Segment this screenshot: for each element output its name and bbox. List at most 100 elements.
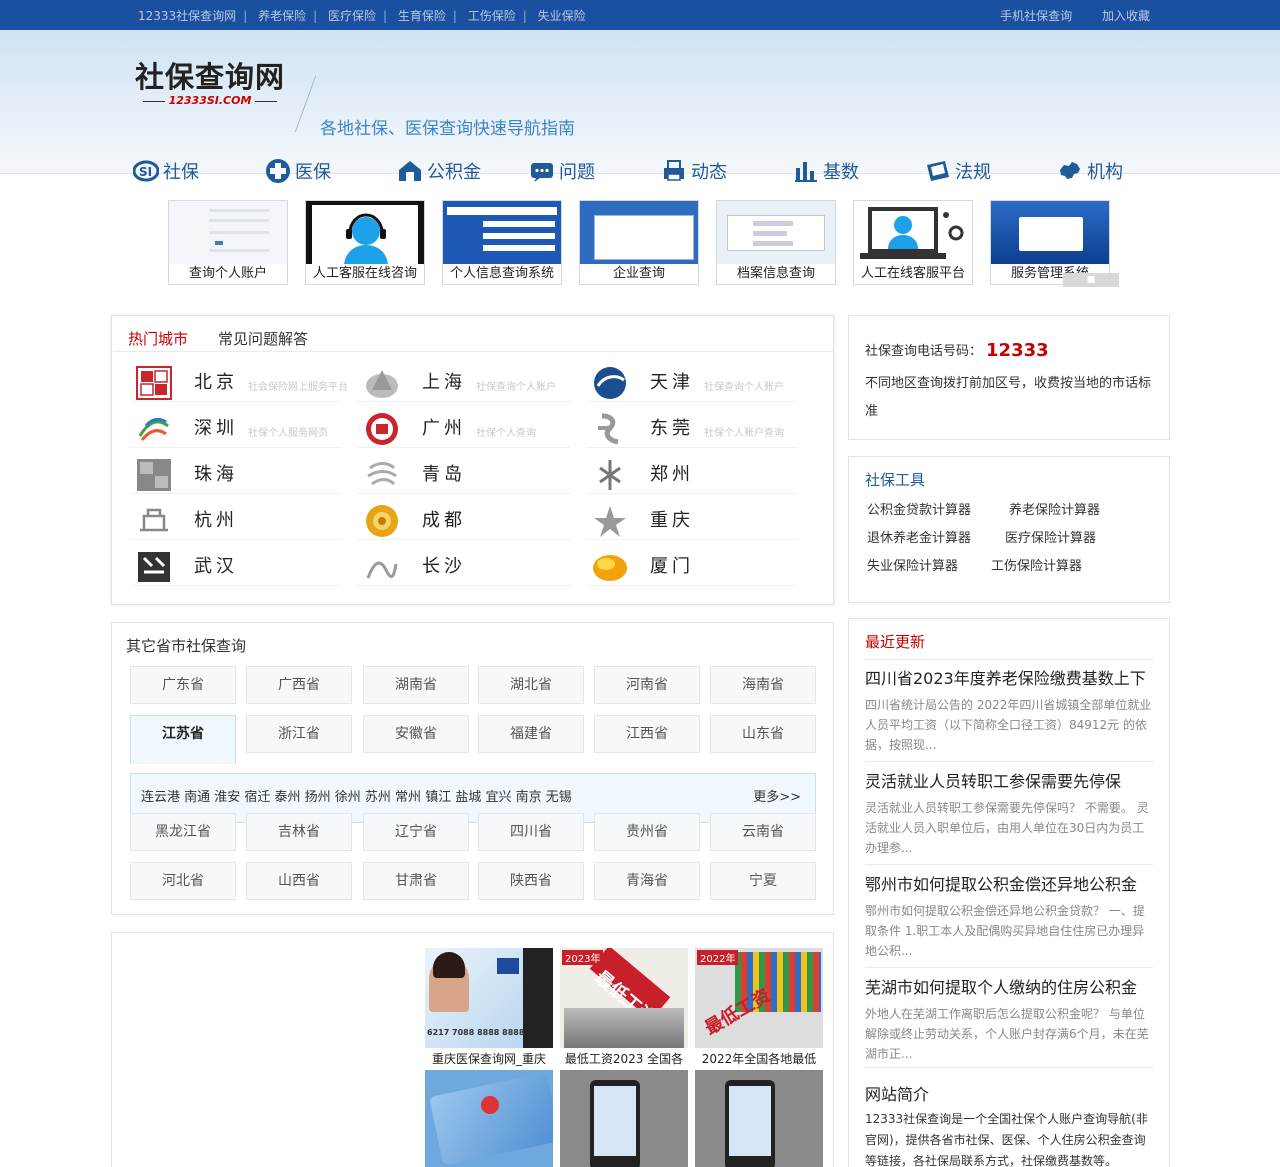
tool-unemployment-calculator[interactable]: 失业保险计算器 [867,555,958,574]
province-jiangsu[interactable]: 江苏省 [130,715,236,764]
tool-fund-loan-calculator[interactable]: 公积金贷款计算器 [867,499,971,518]
nav-jigou[interactable]: 机构 [1057,158,1189,184]
city-zhengzhou[interactable]: 郑州 [586,454,798,494]
hot-tabs: 热门城市 常见问题解答 [128,328,338,349]
article-flexible-employment[interactable]: 灵活就业人员转职工参保需要先停保 灵活就业人员转职工参保需要先停保吗？ 不需要。… [865,768,1153,858]
city-shenzhen[interactable]: 深圳 社保个人服务网页 [130,408,342,448]
service-archive[interactable]: 档案信息查询 [716,200,836,285]
province-yunnan[interactable]: 云南省 [710,813,816,851]
nav-wenti[interactable]: 问题 [529,158,661,184]
service-online-consult[interactable]: 人工客服在线咨询 [305,200,425,285]
city-beijing[interactable]: 北京 社会保险网上服务平台 [130,362,348,402]
province-hubei[interactable]: 湖北省 [478,666,584,704]
news-card-phone-1[interactable] [560,1070,688,1167]
card-number: 6217 7088 8888 8888 [427,1028,525,1037]
service-personal-info[interactable]: 个人信息查询系统 [442,200,562,285]
tool-injury-calculator[interactable]: 工伤保险计算器 [991,555,1082,574]
province-guangdong[interactable]: 广东省 [130,666,236,704]
city-changsha[interactable]: 长沙 [358,546,570,586]
province-shandong[interactable]: 山东省 [710,715,816,753]
china-map-icon [1060,162,1080,179]
service-online-platform[interactable]: 人工在线客服平台 [853,200,973,285]
city-wuhan[interactable]: 武汉 [130,546,342,586]
province-jilin[interactable]: 吉林省 [246,813,352,851]
nav-yibao[interactable]: 医保 [265,158,397,184]
article-wuhu[interactable]: 芜湖市如何提取个人缴纳的住房公积金 外地人在芜湖工作离职后怎么提取公积金呢？ 与… [865,974,1153,1064]
nav-fagui[interactable]: 法规 [925,158,1057,184]
city-guangzhou[interactable]: 广州 社保个人查询 [358,408,570,448]
province-fujian[interactable]: 福建省 [478,715,584,753]
watermark-badge: ■ [1063,273,1119,287]
province-hebei[interactable]: 河北省 [130,862,236,900]
mobile-query-link[interactable]: 手机社保查询 [1000,7,1072,24]
province-ningxia[interactable]: 宁夏 [710,862,816,900]
svg-text:SI: SI [139,165,152,179]
add-favorite-link[interactable]: 加入收藏 [1102,7,1150,24]
city-tianjin[interactable]: 天津 社保查询个人账户 [586,362,798,402]
province-anhui[interactable]: 安徽省 [363,715,469,753]
city-shanghai[interactable]: 上海 社保查询个人账户 [358,362,570,402]
medical-cross-icon [266,159,290,183]
tools-panel: 社保工具 公积金贷款计算器 养老保险计算器 退休养老金计算器 医疗保险计算器 失… [848,456,1170,603]
tool-pension-calculator[interactable]: 养老保险计算器 [1009,499,1100,518]
news-images-panel: 6217 7088 8888 8888 重庆医保查询网_重庆 最低工资 2023… [111,932,834,1167]
tab-faq[interactable]: 常见问题解答 [218,328,308,349]
tool-medical-calculator[interactable]: 医疗保险计算器 [1005,527,1096,546]
top-link-unemployment[interactable]: 失业保险 [538,7,586,24]
news-card-minwage-2023[interactable]: 最低工资 2023年 最低工资2023 全国各 [560,948,688,1067]
info-form-thumb [443,201,561,264]
province-henan[interactable]: 河南省 [594,666,700,704]
province-gansu[interactable]: 甘肃省 [363,862,469,900]
news-card-minwage-2022[interactable]: 最低工资 2022年 2022年全国各地最低 [695,948,823,1067]
xiamen-logo-icon [593,555,627,581]
province-hainan[interactable]: 海南省 [710,666,816,704]
nav-gongjijin[interactable]: 公积金 [397,158,529,184]
province-shaanxi[interactable]: 陕西省 [478,862,584,900]
province-shanxi[interactable]: 山西省 [246,862,352,900]
hotline-label: 社保查询电话号码： [865,344,983,359]
service-enterprise[interactable]: 企业查询 [579,200,699,285]
city-zhuhai[interactable]: 珠海 [130,454,342,494]
shebao-icon: SI [133,160,159,182]
jiangsu-cities[interactable]: 连云港 南通 淮安 宿迁 泰州 扬州 徐州 苏州 常州 镇江 盐城 宜兴 南京 … [141,790,572,805]
top-link-medical[interactable]: 医疗保险 [328,7,376,24]
qingdao-logo-icon [367,462,397,486]
nav-jishu[interactable]: 基数 [793,158,925,184]
top-link-injury[interactable]: 工伤保险 [468,7,516,24]
header: 社保查询网 12333SI.COM 各地社保、医保查询快速导航指南 SI 社保 … [0,30,1280,183]
provinces-panel: 其它省市社保查询 广东省 广西省 湖南省 湖北省 河南省 海南省 连云港 南通 … [111,622,834,915]
city-qingdao[interactable]: 青岛 [358,454,570,494]
province-qinghai[interactable]: 青海省 [594,862,700,900]
nav-dongtai[interactable]: 动态 [661,158,793,184]
article-ezhou[interactable]: 鄂州市如何提取公积金偿还异地公积金 鄂州市如何提取公积金偿还异地公积金贷款？ 一… [865,871,1153,961]
province-hunan[interactable]: 湖南省 [363,666,469,704]
dongguan-logo-icon [598,413,619,445]
province-zhejiang[interactable]: 浙江省 [246,715,352,753]
province-jiangxi[interactable]: 江西省 [594,715,700,753]
news-card-social-card[interactable] [425,1070,553,1167]
city-chengdu[interactable]: 成都 [358,500,570,540]
top-links: 12333社保查询网 | 养老保险 | 医疗保险 | 生育保险 | 工伤保险 | 失业保险 [138,7,586,24]
province-liaoning[interactable]: 辽宁省 [363,813,469,851]
province-heilongjiang[interactable]: 黑龙江省 [130,813,236,851]
news-card-chongqing[interactable]: 6217 7088 8888 8888 重庆医保查询网_重庆 [425,948,553,1067]
top-link-maternity[interactable]: 生育保险 [398,7,446,24]
hotline-line: 社保查询电话号码： 12333 [865,340,1049,361]
top-link-home[interactable]: 12333社保查询网 [138,7,236,24]
news-card-phone-2[interactable] [695,1070,823,1167]
service-personal-account[interactable]: 查询个人账户 [168,200,288,285]
city-chongqing[interactable]: 重庆 [586,500,798,540]
province-guangxi[interactable]: 广西省 [246,666,352,704]
top-link-pension[interactable]: 养老保险 [258,7,306,24]
nav-shebao[interactable]: SI 社保 [133,158,265,184]
city-xiamen[interactable]: 厦门 [586,546,798,586]
abacus-image: 最低工资 2022年 [695,948,823,1048]
province-guizhou[interactable]: 贵州省 [594,813,700,851]
article-sichuan[interactable]: 四川省2023年度养老保险缴费基数上下 四川省统计局公告的 2022年四川省城镇… [865,665,1153,755]
tool-retirement-calculator[interactable]: 退休养老金计算器 [867,527,971,546]
site-logo[interactable]: 社保查询网 12333SI.COM [135,58,285,107]
province-sichuan[interactable]: 四川省 [478,813,584,851]
tab-hot-cities[interactable]: 热门城市 [128,328,188,349]
city-dongguan[interactable]: 东莞 社保个人账户查询 [586,408,798,448]
city-hangzhou[interactable]: 杭州 [130,500,342,540]
